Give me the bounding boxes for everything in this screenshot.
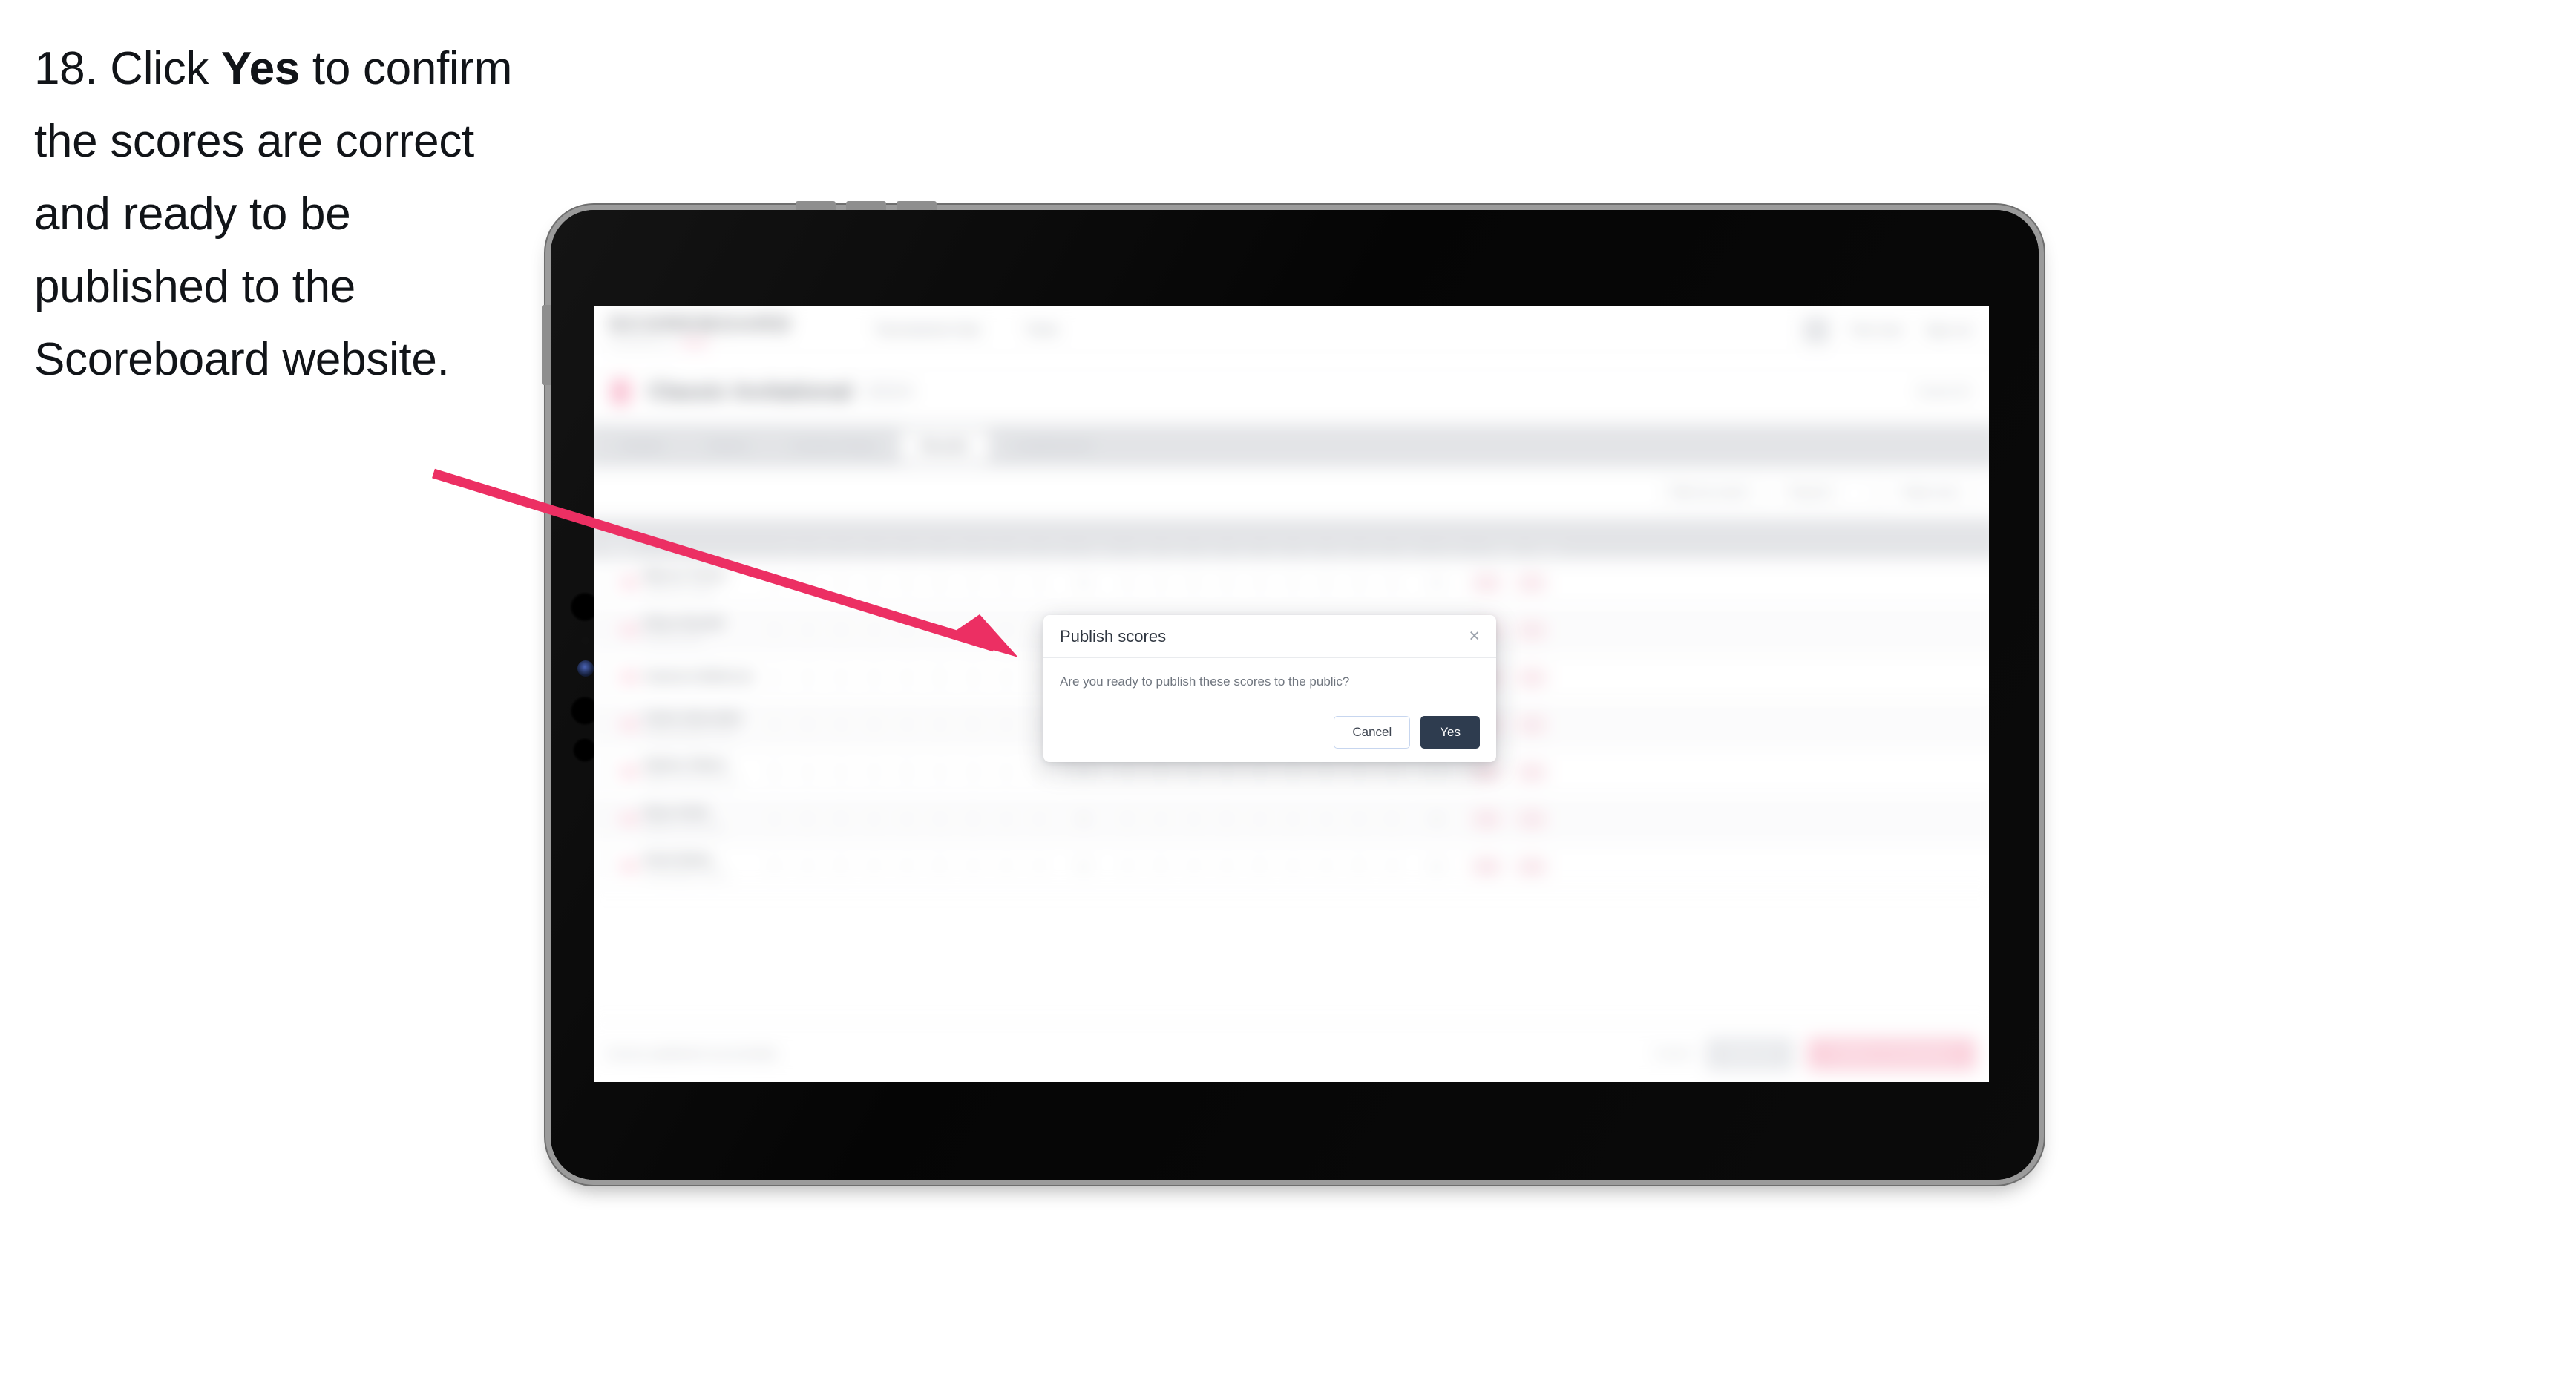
power-button[interactable] <box>542 305 551 385</box>
tablet-screen: SCOREBOARD POWERED BY GOLF Tournament Hu… <box>594 306 1989 1082</box>
step-number: 18. <box>34 43 98 94</box>
yes-button[interactable]: Yes <box>1420 716 1480 749</box>
close-icon[interactable]: × <box>1469 627 1480 646</box>
dialog-header: Publish scores × <box>1043 615 1496 658</box>
instruction-tail: to confirm the scores are correct and re… <box>34 43 513 385</box>
publish-scores-dialog: Publish scores × Are you ready to publis… <box>1043 615 1496 762</box>
instruction-bold-word: Yes <box>220 43 300 94</box>
camera-flash-icon <box>577 660 594 677</box>
volume-button-3[interactable] <box>897 201 937 210</box>
instruction-lead: Click <box>110 43 221 94</box>
instruction-text: 18. Click Yes to confirm the scores are … <box>34 33 554 396</box>
volume-button-1[interactable] <box>796 201 836 210</box>
dialog-actions: Cancel Yes <box>1334 716 1480 749</box>
volume-button-2[interactable] <box>846 201 886 210</box>
dialog-title: Publish scores <box>1060 626 1167 646</box>
dialog-body-text: Are you ready to publish these scores to… <box>1060 674 1350 689</box>
cancel-button[interactable]: Cancel <box>1334 716 1411 749</box>
camera-sensor-icon <box>581 637 589 645</box>
tablet-device: SCOREBOARD POWERED BY GOLF Tournament Hu… <box>542 201 2039 1180</box>
